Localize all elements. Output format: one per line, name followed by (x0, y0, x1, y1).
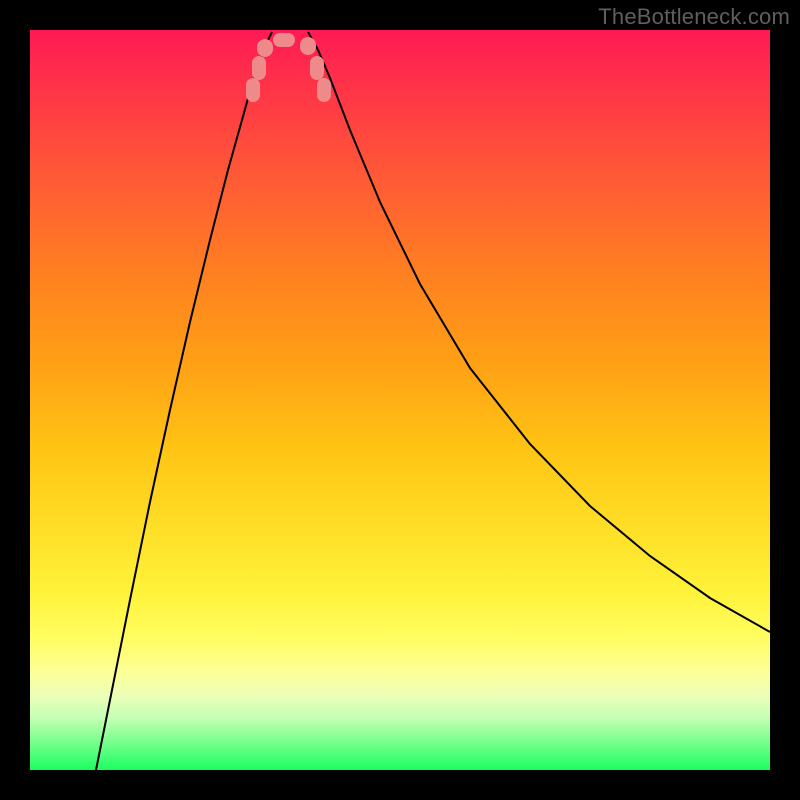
plot-area (30, 30, 770, 770)
highlight-marker (310, 56, 324, 80)
watermark-text: TheBottleneck.com (598, 4, 790, 30)
chart-frame: TheBottleneck.com (0, 0, 800, 800)
marker-group (246, 33, 331, 102)
curve-right-branch (308, 32, 770, 632)
highlight-marker (300, 37, 316, 55)
highlight-marker (246, 78, 260, 102)
highlight-marker (317, 78, 331, 102)
curve-layer (30, 30, 770, 770)
highlight-marker (252, 56, 266, 80)
highlight-marker (257, 39, 273, 57)
highlight-marker (273, 33, 295, 47)
curve-left-branch (96, 32, 272, 770)
